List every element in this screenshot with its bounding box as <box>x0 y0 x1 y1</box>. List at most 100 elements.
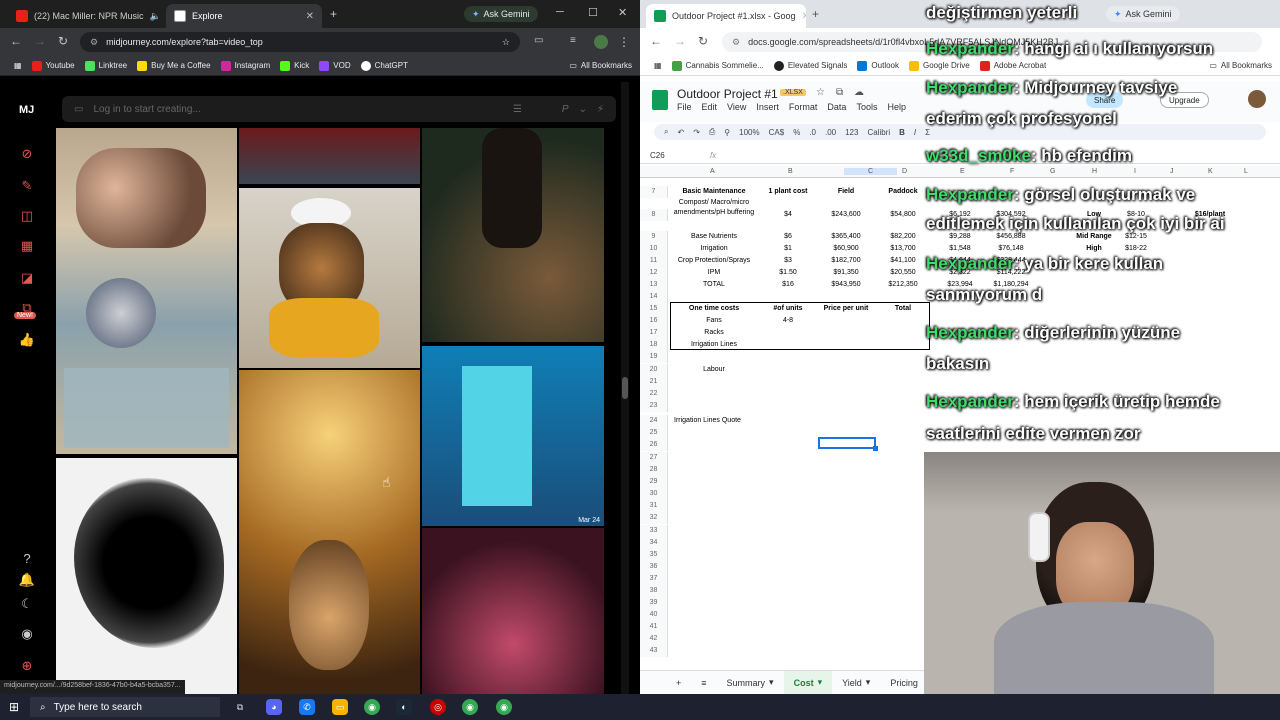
cell-c11[interactable]: $182,700 <box>818 255 874 266</box>
row-number[interactable]: 28 <box>640 464 668 476</box>
cell-c13[interactable]: $943,950 <box>818 279 874 290</box>
prompt-search-bar[interactable]: ▭ Log in to start creating... ☰ P ⌄ ⚡ <box>62 96 616 122</box>
row-number[interactable]: 22 <box>640 388 668 400</box>
organize-icon[interactable]: ▦ <box>19 238 35 254</box>
bookmark-elevated-signals[interactable]: Elevated Signals <box>773 60 847 71</box>
undo-icon[interactable]: ↶ <box>677 128 684 137</box>
all-bookmarks[interactable]: ▭ All Bookmarks <box>569 61 632 70</box>
row-number[interactable]: 21 <box>640 376 668 388</box>
bookmark-instagram[interactable]: Instagram <box>220 60 270 71</box>
minimize-icon[interactable]: ─ <box>556 6 564 18</box>
file-explorer-icon[interactable]: ▭ <box>332 699 348 715</box>
scroll-thumb[interactable] <box>622 377 628 399</box>
cell-b9[interactable]: $6 <box>760 231 816 242</box>
increase-decimal-button[interactable]: .00 <box>825 128 836 137</box>
gallery-tile-chef-dog[interactable] <box>239 188 420 368</box>
sheet-tab-pricing[interactable]: Pricing <box>880 671 928 695</box>
apps-icon[interactable]: ▦ <box>14 61 22 70</box>
chrome-icon[interactable]: ◉ <box>364 699 380 715</box>
speed-icon[interactable]: ⚡ <box>597 104 604 115</box>
row-number[interactable]: 39 <box>640 597 668 609</box>
row-number[interactable]: 15 <box>640 303 668 315</box>
row-number[interactable]: 16 <box>640 315 668 327</box>
decrease-decimal-button[interactable]: .0 <box>809 128 816 137</box>
back-icon[interactable]: ← <box>10 34 22 48</box>
redo-icon[interactable]: ↷ <box>693 128 700 137</box>
column-header-e[interactable]: E <box>960 168 965 175</box>
cell-c8[interactable]: $243,600 <box>818 209 874 220</box>
row-number[interactable]: 34 <box>640 537 668 549</box>
cell-d12[interactable]: $20,550 <box>876 267 930 278</box>
cell-b8[interactable]: $4 <box>760 209 816 220</box>
likes-icon[interactable]: 👍 <box>19 332 35 348</box>
cell-a11[interactable]: Crop Protection/Sprays <box>670 255 758 266</box>
row-number[interactable]: 32 <box>640 512 668 524</box>
settings-sliders-icon[interactable]: ☰ <box>513 104 522 115</box>
column-header-k[interactable]: K <box>1208 168 1213 175</box>
notifications-icon[interactable]: 🔔 <box>19 572 35 588</box>
gallery-tile-ink-blob[interactable] <box>56 458 237 694</box>
cell-c9[interactable]: $365,400 <box>818 231 874 242</box>
url-field[interactable]: ⚙ midjourney.com/explore?tab=video_top ☆ <box>80 32 520 52</box>
all-sheets-icon[interactable]: ≡ <box>691 671 716 695</box>
edit-icon[interactable]: ◫ <box>19 208 35 224</box>
personalize-icon[interactable]: ◪ <box>19 270 35 286</box>
obs-icon[interactable]: ◎ <box>430 699 446 715</box>
page-scrollbar[interactable] <box>621 82 629 694</box>
name-box[interactable]: C26 <box>650 151 665 160</box>
cell-a16[interactable]: Fans <box>670 315 758 326</box>
sheet-tab-cost[interactable]: Cost ▾ <box>783 670 833 695</box>
paint-format-icon[interactable]: ⚲ <box>724 128 730 137</box>
row-number[interactable]: 17 <box>640 327 668 339</box>
mj-logo[interactable]: MJ <box>19 104 34 116</box>
reload-icon[interactable]: ↻ <box>58 34 68 48</box>
cell-d11[interactable]: $41,100 <box>876 255 930 266</box>
close-tab-icon[interactable]: ✕ <box>802 11 806 22</box>
gallery-tile-collage-women[interactable] <box>56 128 237 454</box>
bookmark-linktree[interactable]: Linktree <box>84 60 127 71</box>
messenger-icon[interactable]: ✆ <box>299 699 315 715</box>
tab-explore[interactable]: Explore ✕ <box>166 4 322 28</box>
bookmark-youtube[interactable]: Youtube <box>31 60 75 71</box>
windows-start-icon[interactable]: ⊞ <box>9 700 19 714</box>
row-number[interactable]: 10 <box>640 243 668 255</box>
menu-data[interactable]: Data <box>827 102 846 112</box>
steam-icon[interactable]: ◐ <box>396 699 412 715</box>
bookmark-chatgpt[interactable]: ChatGPT <box>360 60 408 71</box>
search-menus-icon[interactable]: ⌕ <box>664 127 668 137</box>
row-number[interactable]: 13 <box>640 279 668 291</box>
column-header-a[interactable]: A <box>710 168 715 175</box>
menu-format[interactable]: Format <box>789 102 818 112</box>
cell-d7[interactable]: Paddock <box>876 186 930 197</box>
menu-view[interactable]: View <box>727 102 746 112</box>
row-number[interactable]: 36 <box>640 561 668 573</box>
row-number[interactable]: 20 <box>640 364 668 376</box>
selected-cell-c26[interactable] <box>818 437 876 449</box>
bookmark-cannabis[interactable]: Cannabis Sommelie... <box>671 60 764 71</box>
row-number[interactable]: 25 <box>640 427 668 439</box>
row-number[interactable]: 23 <box>640 400 668 412</box>
close-window-icon[interactable]: ✕ <box>618 6 627 19</box>
column-header-d[interactable]: D <box>902 168 907 175</box>
create-icon[interactable]: ✎ <box>19 178 35 194</box>
back-icon[interactable]: ← <box>650 34 662 48</box>
star-icon[interactable]: ☆ <box>816 87 825 98</box>
column-header-g[interactable]: G <box>1050 168 1055 175</box>
ask-gemini-button[interactable]: ✦ Ask Gemini <box>464 6 538 22</box>
row-number[interactable]: 40 <box>640 609 668 621</box>
font-select[interactable]: Calibri <box>867 128 890 137</box>
reload-icon[interactable]: ↻ <box>698 34 708 48</box>
bookmark-star-icon[interactable]: ☆ <box>502 37 510 48</box>
row-number[interactable]: 30 <box>640 488 668 500</box>
cell-c7[interactable]: Field <box>818 186 874 197</box>
cell-a10[interactable]: Irrigation <box>670 243 758 254</box>
cell-c12[interactable]: $91,350 <box>818 267 874 278</box>
cell-a8[interactable]: Compost/ Macro/micro amendments/pH buffe… <box>670 198 758 230</box>
column-header-h[interactable]: H <box>1092 168 1097 175</box>
menu-edit[interactable]: Edit <box>702 102 718 112</box>
cell-a24[interactable]: Irrigation Lines Quote <box>674 415 794 426</box>
add-sheet-icon[interactable]: + <box>666 671 691 695</box>
row-number[interactable]: 9 <box>640 231 668 243</box>
cell-b12[interactable]: $1.50 <box>760 267 816 278</box>
menu-help[interactable]: Help <box>887 102 906 112</box>
